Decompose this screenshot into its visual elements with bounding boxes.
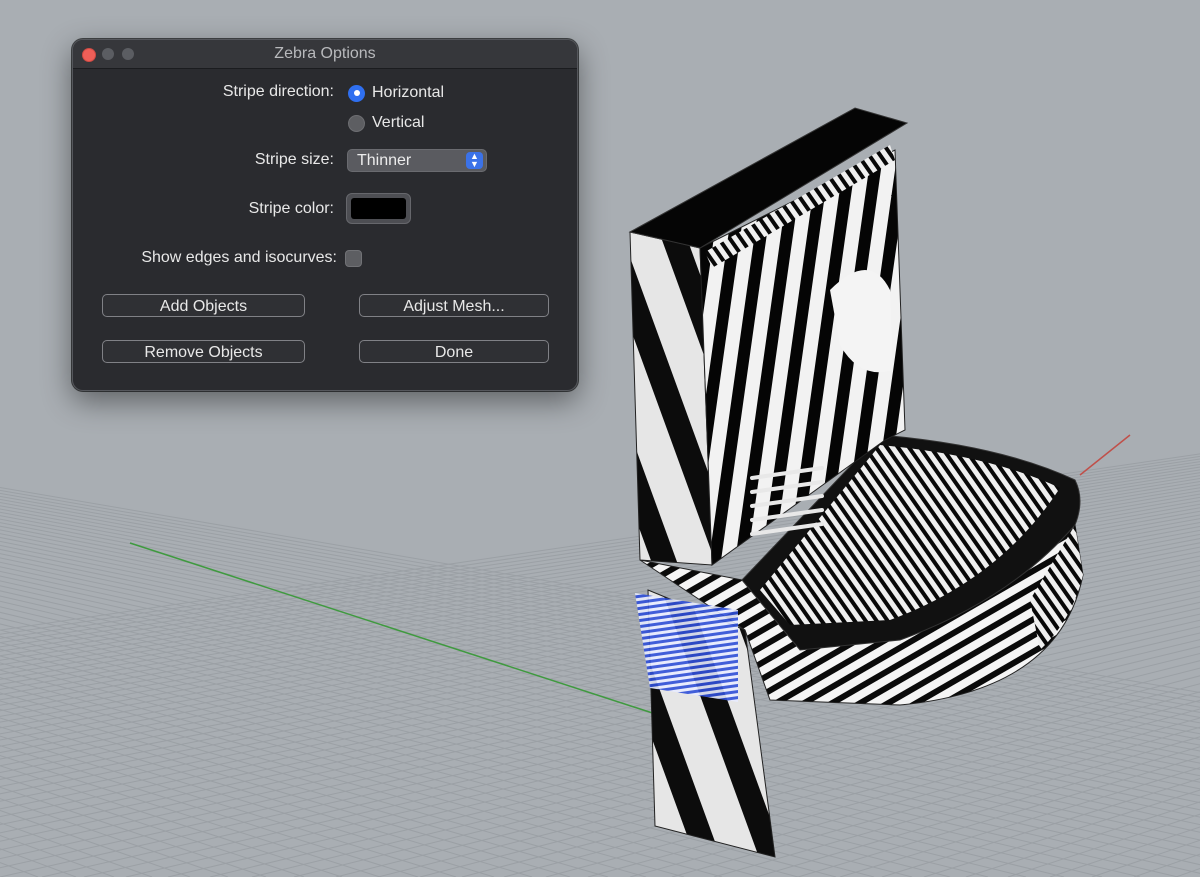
dialog-titlebar[interactable]: Zebra Options — [73, 40, 577, 69]
stripe-color-label: Stripe color: — [248, 200, 334, 217]
stripe-color-swatch — [351, 198, 406, 219]
radio-vertical-indicator[interactable] — [348, 114, 365, 132]
remove-objects-button[interactable]: Remove Objects — [102, 340, 305, 363]
radio-vertical[interactable]: Vertical — [348, 113, 424, 133]
stripe-size-value: Thinner — [357, 152, 412, 169]
adjust-mesh-button[interactable]: Adjust Mesh... — [359, 294, 549, 317]
radio-horizontal[interactable]: Horizontal — [348, 83, 444, 103]
stripe-color-well[interactable] — [346, 193, 411, 224]
radio-horizontal-label: Horizontal — [372, 84, 445, 101]
radio-vertical-label: Vertical — [372, 114, 425, 131]
done-button[interactable]: Done — [359, 340, 549, 363]
add-objects-button[interactable]: Add Objects — [102, 294, 305, 317]
select-arrows-icon: ▲ ▼ — [466, 152, 483, 169]
object-selected-faces — [635, 593, 738, 702]
object-tank-side — [629, 231, 713, 566]
stripe-direction-label: Stripe direction: — [222, 83, 334, 100]
radio-horizontal-indicator[interactable] — [348, 84, 365, 102]
dialog-title: Zebra Options — [274, 45, 376, 62]
stripe-size-label: Stripe size: — [254, 151, 334, 168]
show-edges-checkbox[interactable] — [345, 250, 362, 267]
stripe-size-select[interactable]: Thinner ▲ ▼ — [347, 149, 487, 172]
zebra-options-dialog: Zebra Options Stripe direction: Horizont… — [72, 39, 578, 391]
show-edges-label: Show edges and isocurves: — [141, 249, 337, 266]
